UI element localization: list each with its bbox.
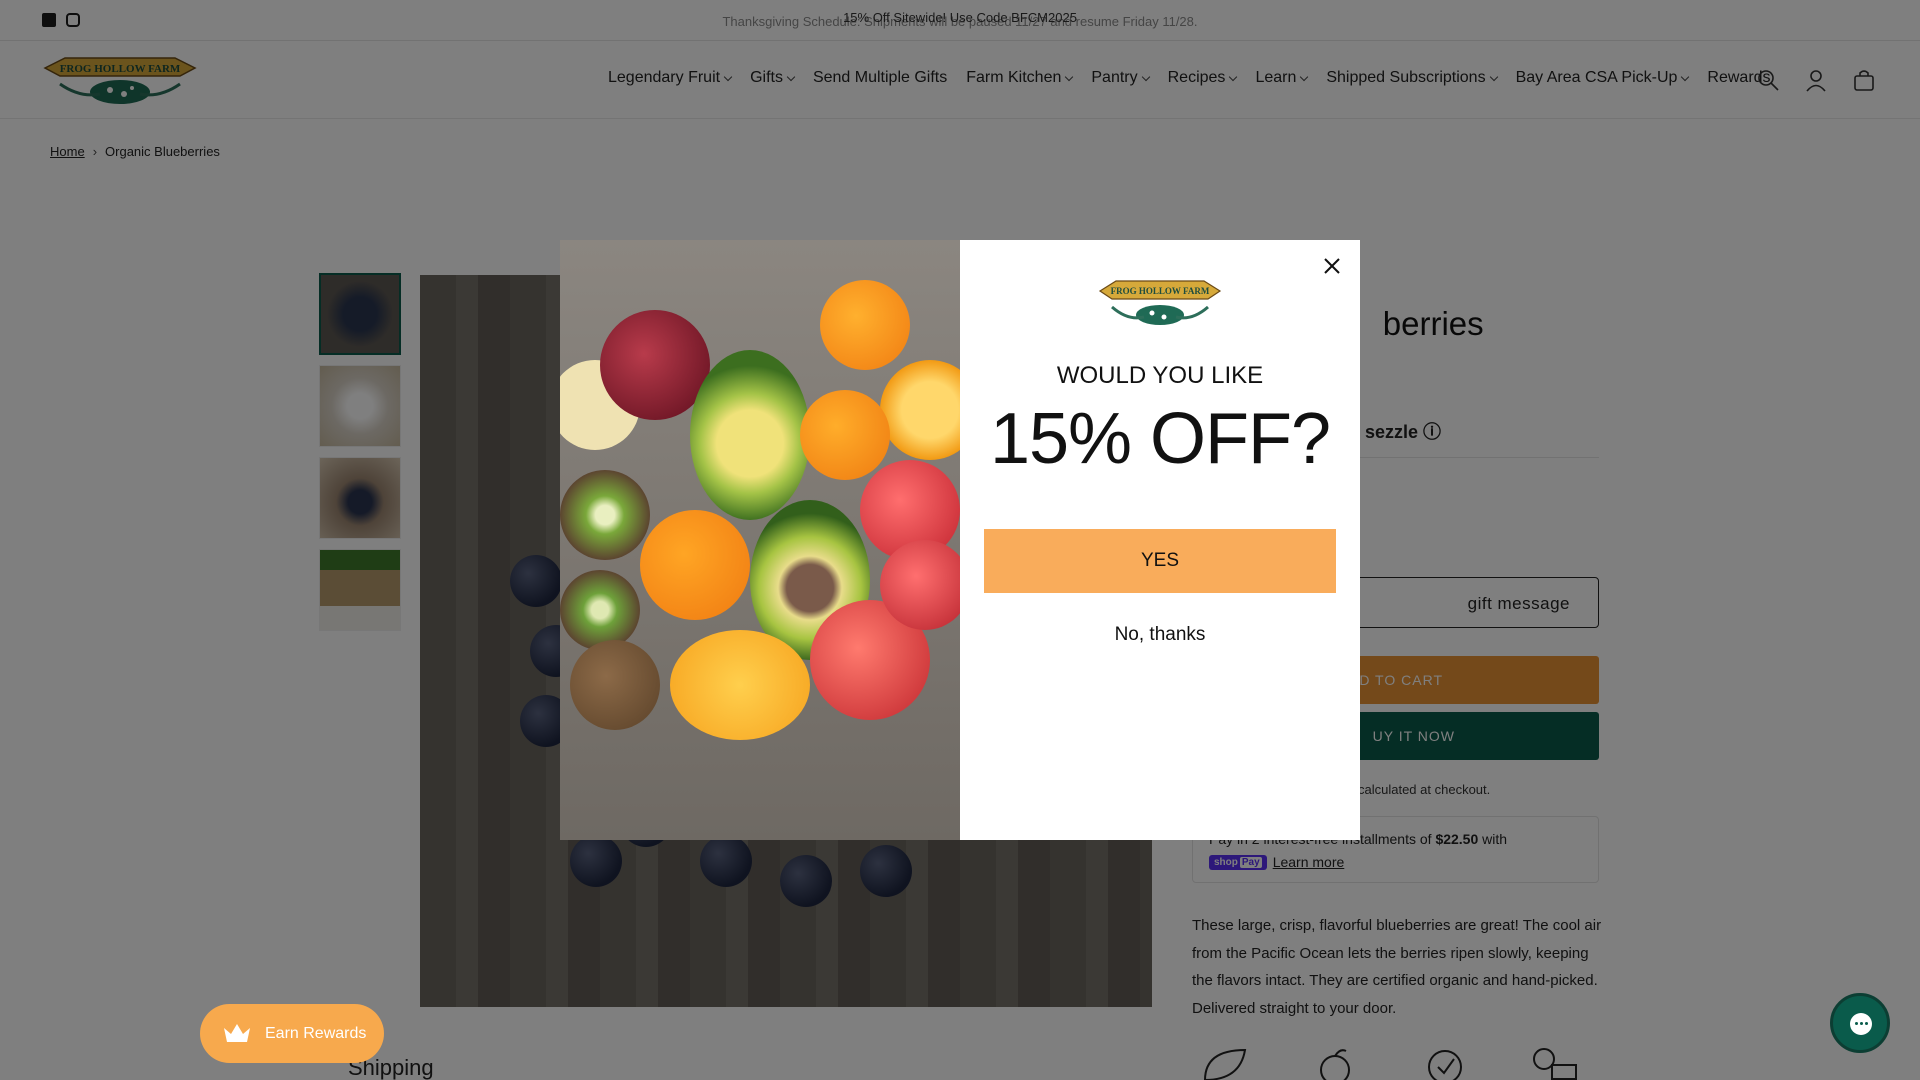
- red-apple: [880, 540, 960, 630]
- yes-button[interactable]: YES: [984, 529, 1336, 593]
- orange-slice: [880, 360, 960, 460]
- earn-rewards-label: Earn Rewards: [265, 1024, 367, 1042]
- tangerine-segments: [670, 630, 810, 740]
- close-icon[interactable]: [1320, 254, 1344, 278]
- crown-icon: [224, 1024, 250, 1042]
- kiwi: [560, 470, 650, 560]
- chat-widget-button[interactable]: [1830, 993, 1890, 1053]
- popup-logo: FROG HOLLOW FARM: [1098, 280, 1222, 325]
- svg-text:FROG HOLLOW FARM: FROG HOLLOW FARM: [1111, 286, 1210, 296]
- discount-popup: FROG HOLLOW FARM WOULD YOU LIKE 15% OFF?…: [560, 240, 1360, 840]
- no-thanks-button[interactable]: No, thanks: [960, 624, 1360, 646]
- kiwi: [570, 640, 660, 730]
- orange: [800, 390, 890, 480]
- kiwi: [560, 570, 640, 650]
- avocado: [690, 350, 810, 520]
- orange: [640, 510, 750, 620]
- earn-rewards-button[interactable]: Earn Rewards: [200, 1004, 384, 1063]
- chat-icon: [1850, 1013, 1872, 1035]
- popup-offer: 15% OFF?: [989, 399, 1331, 479]
- orange: [820, 280, 910, 370]
- popup-content: FROG HOLLOW FARM WOULD YOU LIKE 15% OFF?…: [960, 240, 1360, 840]
- fruit-photo: [560, 240, 960, 840]
- popup-question: WOULD YOU LIKE: [1056, 362, 1264, 389]
